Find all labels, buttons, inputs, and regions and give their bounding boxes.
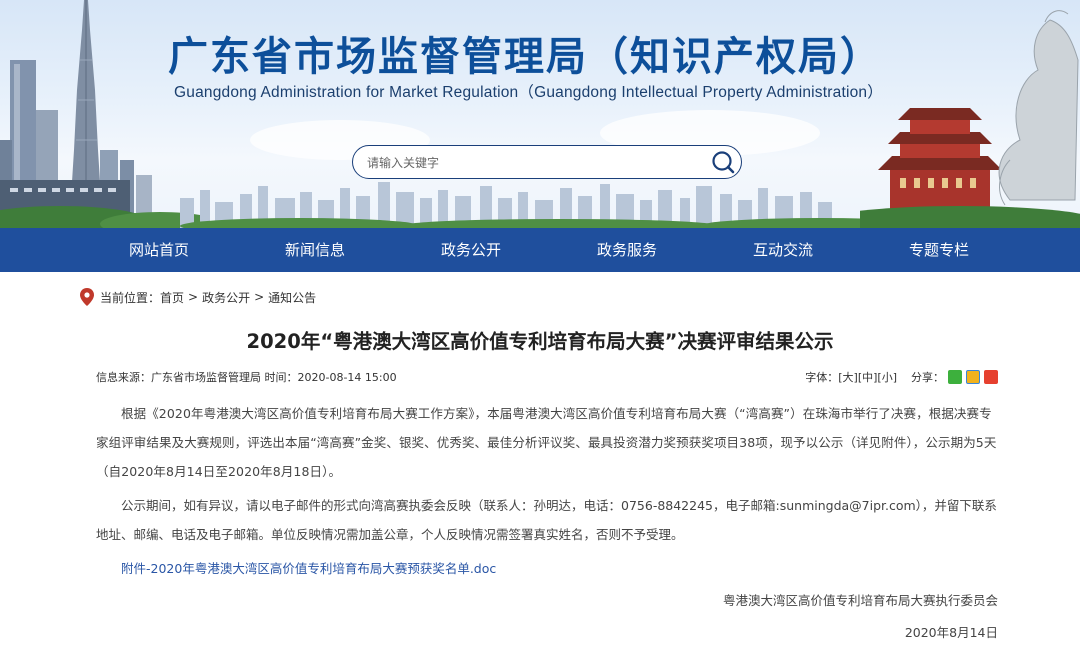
article-tools: 字体： [大] [中] [小] 分享：	[805, 369, 998, 385]
search-input[interactable]	[365, 152, 699, 174]
nav-item-gov-services[interactable]: 政务服务	[549, 228, 705, 272]
article-date: 2020年8月14日	[904, 625, 998, 640]
search-box	[352, 145, 742, 179]
share-label: 分享：	[911, 371, 944, 384]
breadcrumb-gov-affairs[interactable]: 政务公开	[202, 289, 250, 306]
font-size-label: 字体：	[805, 371, 839, 384]
article-title: 2020年“粤港澳大湾区高价值专利培育布局大赛”决赛评审结果公示	[246, 330, 834, 353]
article-paragraph: 根据《2020年粤港澳大湾区高价值专利培育布局大赛工作方案》，本届粤港澳大湾区高…	[96, 406, 997, 479]
search-icon[interactable]	[711, 150, 735, 174]
article-paragraph: 公示期间，如有异议，请以电子邮件的形式向湾高赛执委会反映（联系人：孙明达，电话：…	[96, 498, 997, 542]
breadcrumb: 当前位置： 首页 > 政务公开 > 通知公告	[80, 288, 316, 306]
nav-item-gov-affairs[interactable]: 政务公开	[393, 228, 549, 272]
nav-item-interaction[interactable]: 互动交流	[705, 228, 861, 272]
font-size-small-button[interactable]: [小]	[877, 369, 897, 385]
location-pin-icon	[80, 288, 94, 306]
nav-item-home[interactable]: 网站首页	[81, 228, 237, 272]
font-size-large-button[interactable]: [大]	[838, 369, 858, 385]
article-meta: 信息来源：广东省市场监督管理局 时间：2020-08-14 15:00	[96, 371, 397, 384]
site-title: 广东省市场监督管理局（知识产权局）	[168, 34, 882, 80]
nav-item-news[interactable]: 新闻信息	[237, 228, 393, 272]
article-signature: 粤港澳大湾区高价值专利培育布局大赛执行委员会	[722, 593, 998, 608]
breadcrumb-notices[interactable]: 通知公告	[268, 289, 316, 306]
header-banner: 广东省市场监督管理局（知识产权局） Guangdong Administrati…	[0, 0, 1080, 228]
main-nav: 网站首页 新闻信息 政务公开 政务服务 互动交流 专题专栏	[0, 228, 1080, 272]
weibo-icon[interactable]	[984, 370, 998, 384]
breadcrumb-separator: >	[254, 290, 265, 304]
pavilion-statue-illustration	[860, 10, 1080, 228]
attachment-link[interactable]: 附件-2020年粤港澳大湾区高价值专利培育布局大赛预获奖名单.doc	[121, 558, 496, 577]
breadcrumb-label: 当前位置：	[100, 290, 161, 305]
qzone-icon[interactable]	[966, 370, 980, 384]
font-size-medium-button[interactable]: [中]	[858, 369, 878, 385]
nav-item-special-topics[interactable]: 专题专栏	[861, 228, 1017, 272]
site-subtitle-en: Guangdong Administration for Market Regu…	[174, 84, 883, 101]
breadcrumb-home[interactable]: 首页	[160, 289, 184, 306]
wechat-icon[interactable]	[948, 370, 962, 384]
breadcrumb-separator: >	[188, 290, 199, 304]
